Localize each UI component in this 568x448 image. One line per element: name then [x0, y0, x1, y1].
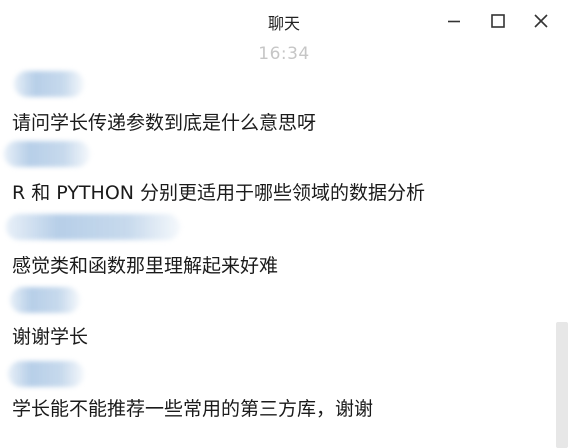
sender-name-blurred: [4, 141, 90, 167]
message-text: 请问学长传递参数到底是什么意思呀: [12, 112, 317, 134]
message-text: R 和 PYTHON 分别更适用于哪些领域的数据分析: [12, 182, 426, 204]
message-text: 感觉类和函数那里理解起来好难: [12, 255, 279, 277]
chat-window: 聊天 16:34 请问学长传递参数到底是什么意思呀 R 和 PYTHON 分别更…: [0, 0, 568, 448]
sender-name-blurred: [6, 214, 180, 240]
message-text: 谢谢学长: [12, 326, 89, 348]
sender-name-blurred: [8, 361, 84, 387]
message-list: 请问学长传递参数到底是什么意思呀 R 和 PYTHON 分别更适用于哪些领域的数…: [0, 0, 568, 448]
scrollbar-thumb[interactable]: [556, 322, 568, 448]
message-text: 学长能不能推荐一些常用的第三方库，谢谢: [12, 398, 374, 420]
sender-name-blurred: [14, 71, 84, 97]
sender-name-blurred: [10, 287, 80, 313]
